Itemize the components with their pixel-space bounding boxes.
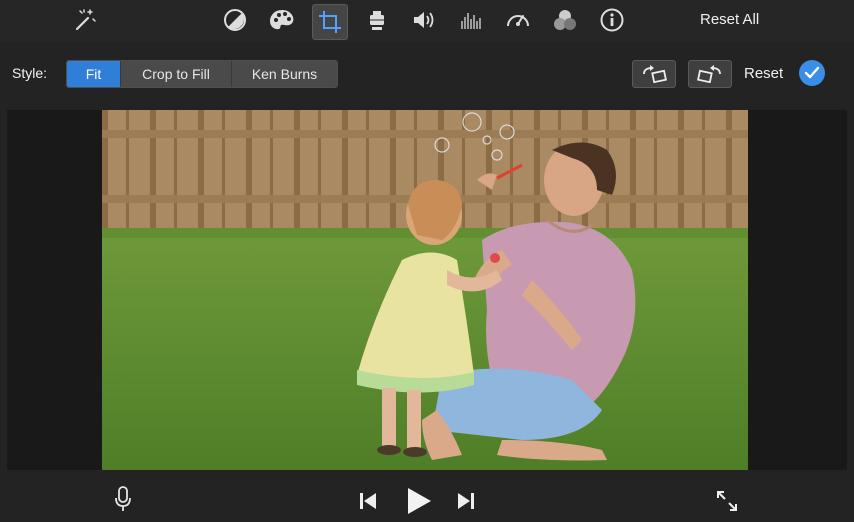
skip-back-icon[interactable] xyxy=(357,490,379,512)
adjustments-toolbar: Reset All xyxy=(0,0,854,42)
apply-checkmark-button[interactable] xyxy=(799,60,825,86)
crop-style-bar: Style: Fit Crop to Fill Ken Burns Reset xyxy=(0,54,854,94)
play-icon[interactable] xyxy=(404,485,434,517)
rotate-right-icon xyxy=(697,65,721,83)
rotate-left-icon xyxy=(643,65,667,83)
color-balance-icon[interactable] xyxy=(220,5,250,35)
volume-icon[interactable] xyxy=(409,5,439,35)
speed-icon[interactable] xyxy=(503,5,533,35)
microphone-icon[interactable] xyxy=(111,484,135,514)
reset-all-button[interactable]: Reset All xyxy=(700,11,759,28)
fullscreen-icon[interactable] xyxy=(713,487,741,515)
playback-bar xyxy=(0,470,854,522)
video-frame-image xyxy=(102,110,748,470)
stabilization-icon[interactable] xyxy=(362,5,392,35)
rotate-clockwise-button[interactable] xyxy=(688,60,732,88)
checkmark-icon xyxy=(804,66,820,79)
reset-button[interactable]: Reset xyxy=(744,65,783,82)
skip-forward-icon[interactable] xyxy=(455,490,477,512)
style-fit-button[interactable]: Fit xyxy=(67,61,121,87)
style-ken-burns-button[interactable]: Ken Burns xyxy=(232,61,337,87)
style-segmented-control: Fit Crop to Fill Ken Burns xyxy=(66,60,338,88)
clip-filter-icon[interactable] xyxy=(550,5,580,35)
color-palette-icon[interactable] xyxy=(267,5,297,35)
style-label: Style: xyxy=(12,65,48,81)
magic-wand-icon[interactable] xyxy=(69,5,99,35)
equalizer-icon[interactable] xyxy=(456,5,486,35)
info-icon[interactable] xyxy=(597,5,627,35)
style-crop-to-fill-button[interactable]: Crop to Fill xyxy=(121,61,232,87)
rotate-counterclockwise-button[interactable] xyxy=(632,60,676,88)
crop-icon[interactable] xyxy=(312,4,348,40)
